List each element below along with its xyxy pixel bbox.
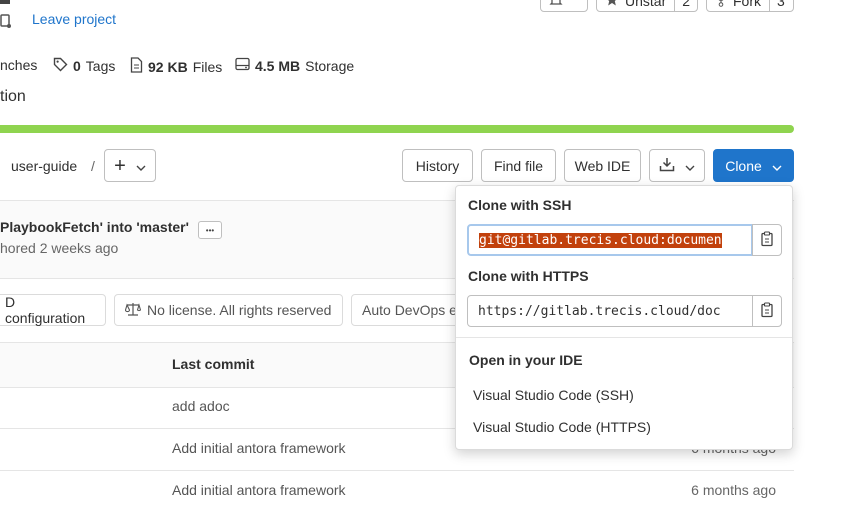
clone-ssh-heading: Clone with SSH bbox=[468, 197, 572, 213]
breadcrumb-path[interactable]: user-guide bbox=[11, 158, 77, 174]
tags-label: Tags bbox=[85, 58, 116, 74]
file-icon bbox=[130, 57, 143, 76]
notification-button[interactable] bbox=[540, 0, 588, 12]
storage-stat[interactable]: 4.5 MB Storage bbox=[235, 57, 354, 74]
project-description: tion bbox=[0, 88, 26, 105]
branches-stat[interactable]: nches bbox=[0, 57, 37, 73]
web-ide-button[interactable]: Web IDE bbox=[564, 149, 641, 182]
unstar-label: Unstar bbox=[625, 0, 667, 9]
dropdown-divider bbox=[456, 337, 792, 338]
commit-message[interactable]: Add initial antora framework bbox=[172, 482, 346, 498]
open-in-ide-heading: Open in your IDE bbox=[469, 352, 583, 368]
copy-https-url-button[interactable] bbox=[752, 295, 782, 327]
last-commit-meta: hored 2 weeks ago bbox=[0, 240, 119, 256]
repository-language-bar bbox=[0, 125, 794, 133]
fork-button[interactable]: Fork 3 bbox=[706, 0, 794, 12]
ci-configuration-badge[interactable]: D configuration bbox=[0, 294, 106, 326]
license-badge[interactable]: No license. All rights reserved bbox=[114, 294, 343, 326]
clone-https-heading: Clone with HTTPS bbox=[468, 268, 589, 284]
tags-stat[interactable]: 0 Tags bbox=[53, 57, 115, 75]
clone-label: Clone bbox=[725, 157, 762, 174]
table-row[interactable]: Add initial antora framework 6 months ag… bbox=[0, 470, 794, 512]
star-count[interactable]: 2 bbox=[674, 0, 697, 11]
download-icon bbox=[659, 157, 675, 175]
branches-label: nches bbox=[0, 57, 38, 73]
star-icon bbox=[605, 0, 619, 10]
tag-icon bbox=[53, 57, 68, 75]
auto-devops-badge[interactable]: Auto DevOps e bbox=[351, 294, 466, 326]
leave-project-link[interactable]: Leave project bbox=[32, 11, 116, 27]
scale-icon bbox=[124, 302, 142, 319]
breadcrumb: user-guide / bbox=[11, 158, 95, 174]
commit-age: 6 months ago bbox=[691, 482, 776, 498]
commit-more-button[interactable]: ••• bbox=[198, 221, 222, 239]
copy-ssh-url-button[interactable] bbox=[752, 224, 782, 256]
leave-project-icon bbox=[0, 12, 12, 30]
bell-icon bbox=[541, 0, 571, 11]
commit-message[interactable]: add adoc bbox=[172, 398, 230, 414]
license-label: No license. All rights reserved bbox=[147, 302, 332, 318]
column-last-commit: Last commit bbox=[172, 356, 255, 372]
project-avatar-fragment bbox=[0, 0, 22, 8]
fork-icon bbox=[715, 0, 727, 10]
files-stat[interactable]: 92 KB Files bbox=[130, 57, 222, 76]
commit-message[interactable]: Add initial antora framework bbox=[172, 440, 346, 456]
files-label: Files bbox=[192, 58, 223, 75]
clipboard-icon bbox=[760, 301, 774, 321]
clone-https-url: https://gitlab.trecis.cloud/doc bbox=[478, 303, 721, 319]
last-commit-title[interactable]: PlaybookFetch' into 'master' bbox=[0, 219, 189, 235]
add-dropdown-button[interactable]: + bbox=[104, 149, 156, 182]
clone-https-url-input[interactable]: https://gitlab.trecis.cloud/doc bbox=[467, 295, 753, 327]
open-vscode-ssh-item[interactable]: Visual Studio Code (SSH) bbox=[473, 387, 634, 403]
clone-ssh-url-input[interactable]: git@gitlab.trecis.cloud:documen bbox=[467, 224, 753, 256]
storage-label: Storage bbox=[305, 57, 355, 74]
unstar-button[interactable]: Unstar 2 bbox=[596, 0, 698, 12]
chevron-down-icon bbox=[136, 158, 146, 174]
chevron-down-icon bbox=[685, 158, 695, 174]
clone-dropdown: Clone with SSH git@gitlab.trecis.cloud:d… bbox=[455, 185, 793, 450]
storage-icon bbox=[235, 57, 250, 74]
history-button[interactable]: History bbox=[402, 149, 473, 182]
download-button[interactable] bbox=[649, 149, 705, 182]
fork-label: Fork bbox=[733, 0, 761, 9]
open-vscode-https-item[interactable]: Visual Studio Code (HTTPS) bbox=[473, 419, 651, 435]
find-file-button[interactable]: Find file bbox=[481, 149, 556, 182]
clone-ssh-url: git@gitlab.trecis.cloud:documen bbox=[479, 232, 722, 248]
clone-button[interactable]: Clone bbox=[713, 149, 794, 182]
fork-count[interactable]: 3 bbox=[769, 0, 792, 11]
files-size: 92 KB bbox=[148, 58, 188, 75]
chevron-down-icon bbox=[772, 158, 782, 174]
tags-count: 0 bbox=[73, 58, 81, 74]
clipboard-icon bbox=[760, 230, 774, 250]
breadcrumb-separator: / bbox=[91, 158, 95, 174]
plus-icon: + bbox=[114, 154, 126, 177]
storage-size: 4.5 MB bbox=[255, 57, 301, 74]
